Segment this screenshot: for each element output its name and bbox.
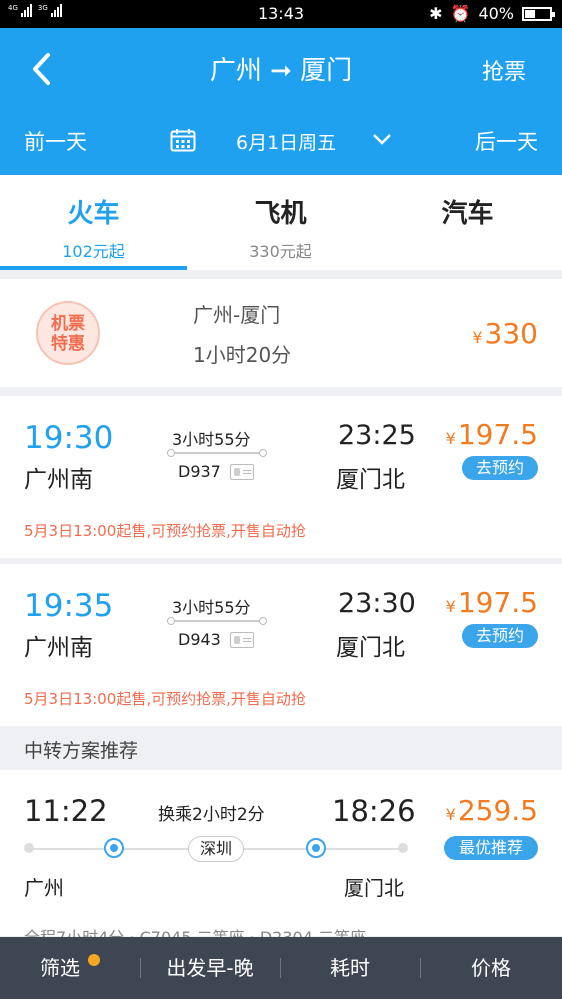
flight-price: ¥330 [472, 317, 538, 350]
train-row[interactable]: 19:35 广州南 3小时55分 D943 23:30 厦门北 ¥197.5 去… [0, 564, 562, 726]
calendar-icon[interactable] [170, 128, 196, 152]
date-bar: 前一天 6月1日周五 后一天 [0, 118, 562, 162]
transport-tabs: 火车 102元起 飞机 330元起 汽车 [0, 175, 562, 270]
depart-station: 广州南 [24, 635, 93, 661]
depart-station: 广州 [24, 876, 64, 900]
tab-bus[interactable]: 汽车 [374, 175, 561, 270]
reserve-button[interactable]: 去预约 [462, 456, 538, 480]
flight-duration: 1小时20分 [193, 343, 292, 367]
tab-indicator [0, 266, 187, 270]
grab-ticket-button[interactable]: 抢票 [482, 54, 526, 86]
tab-price: 330元起 [249, 242, 312, 261]
train-number: D943 [178, 630, 221, 649]
alarm-icon: ⏰ [450, 4, 471, 23]
depart-time: 11:22 [24, 794, 108, 828]
tab-train[interactable]: 火车 102元起 [0, 175, 187, 270]
train-number: D937 [178, 462, 221, 481]
arrive-time: 18:26 [332, 794, 416, 828]
id-card-icon [230, 632, 254, 648]
train-price: ¥197.5 [445, 418, 538, 451]
route-end-dot [398, 843, 408, 853]
flight-deal-badge: 机票 特惠 [36, 301, 100, 365]
tab-label: 飞机 [254, 199, 307, 229]
transfer-section-header: 中转方案推荐 [0, 726, 562, 770]
bluetooth-icon: ✱ [429, 4, 443, 23]
arrive-station: 厦门北 [344, 876, 404, 900]
filter-indicator-dot [88, 954, 100, 966]
transfer-hub: 深圳 [188, 836, 244, 862]
best-recommend-tag: 最优推荐 [444, 836, 538, 860]
travel-duration: 3小时55分 [172, 430, 251, 449]
travel-duration: 3小时55分 [172, 598, 251, 617]
route-start-dot [24, 843, 34, 853]
sort-depart-button[interactable]: 出发早-晚 [140, 937, 280, 999]
train-row[interactable]: 19:30 广州南 3小时55分 D937 23:25 厦门北 ¥197.5 去… [0, 396, 562, 558]
route-line [167, 617, 267, 625]
arrive-station: 厦门北 [336, 467, 405, 493]
flight-route: 广州-厦门 [193, 303, 281, 327]
sort-duration-button[interactable]: 耗时 [280, 937, 420, 999]
tab-label: 火车 [67, 199, 120, 229]
train-price: ¥197.5 [445, 586, 538, 619]
route-line [167, 449, 267, 457]
tab-price: 102元起 [62, 242, 125, 261]
header: 广州 ➞ 厦门 抢票 前一天 6月1日周五 后一天 [0, 28, 562, 175]
flight-promo-card[interactable]: 机票 特惠 广州-厦门 1小时20分 ¥330 [0, 279, 562, 387]
next-day-button[interactable]: 后一天 [475, 126, 538, 156]
train-station-icon [104, 838, 124, 858]
id-card-icon [230, 464, 254, 480]
sale-note: 5月3日13:00起售,可预约抢票,开售自动抢 [24, 690, 306, 708]
transfer-price: ¥259.5 [445, 794, 538, 827]
depart-time: 19:30 [24, 420, 114, 456]
sort-price-button[interactable]: 价格 [420, 937, 562, 999]
section-title: 中转方案推荐 [24, 740, 139, 762]
transfer-card[interactable]: 11:22 换乘2小时2分 18:26 ¥259.5 最优推荐 深圳 广州 厦门… [0, 770, 562, 947]
reserve-button[interactable]: 去预约 [462, 624, 538, 648]
arrive-time: 23:25 [338, 420, 416, 451]
bottom-sort-bar: 筛选 出发早-晚 耗时 价格 [0, 937, 562, 999]
depart-station: 广州南 [24, 467, 93, 493]
chevron-down-icon[interactable] [372, 132, 392, 146]
prev-day-button[interactable]: 前一天 [24, 126, 87, 156]
sale-note: 5月3日13:00起售,可预约抢票,开售自动抢 [24, 522, 306, 540]
selected-date[interactable]: 6月1日周五 [236, 128, 336, 155]
arrive-station: 厦门北 [336, 635, 405, 661]
transfer-duration: 换乘2小时2分 [158, 805, 265, 825]
status-bar: 4G 3G 13:43 ✱ ⏰ 40% [0, 0, 562, 28]
filter-button[interactable]: 筛选 [0, 937, 120, 999]
battery-icon [522, 6, 555, 21]
train-station-icon [306, 838, 326, 858]
battery-text: 40% [478, 4, 514, 23]
page-title: 广州 ➞ 厦门 [209, 56, 353, 86]
tab-flight[interactable]: 飞机 330元起 [187, 175, 374, 270]
tab-label: 汽车 [441, 199, 494, 229]
depart-time: 19:35 [24, 588, 114, 624]
arrive-time: 23:30 [338, 588, 416, 619]
